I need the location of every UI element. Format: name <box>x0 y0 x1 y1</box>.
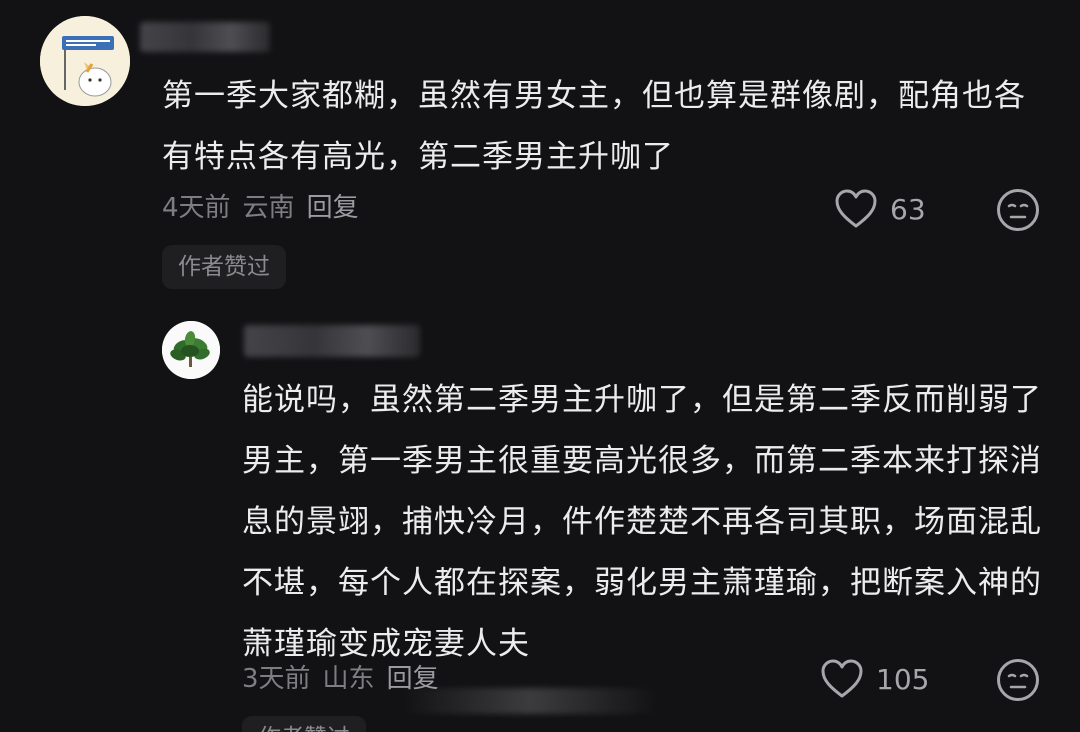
like-button[interactable]: 105 <box>820 658 929 700</box>
reply-button[interactable]: 回复 <box>307 187 359 224</box>
cartoon-cat-avatar-icon <box>40 16 130 106</box>
avatar[interactable] <box>40 16 130 106</box>
comment-meta: 4天前 云南 回复 <box>162 187 359 224</box>
green-plant-avatar-icon <box>162 321 220 379</box>
author-liked-badge: 作者赞过 <box>242 716 366 732</box>
like-count: 63 <box>890 192 926 226</box>
comment-thread: 第一季大家都糊，虽然有男女主，但也算是群像剧，配角也各有特点各有高光，第二季男主… <box>0 0 1080 732</box>
username-blurred[interactable] <box>140 22 270 52</box>
comment-time: 4天前 <box>162 193 231 223</box>
comment-time: 3天前 <box>242 664 311 694</box>
dislike-face-icon[interactable] <box>996 188 1040 232</box>
like-count: 105 <box>876 662 930 696</box>
dislike-face-icon[interactable] <box>996 658 1040 702</box>
heart-icon <box>821 659 863 698</box>
comment-text: 能说吗，虽然第二季男主升咖了，但是第二季反而削弱了男主，第一季男主很重要高光很多… <box>242 382 1042 662</box>
avatar[interactable] <box>162 321 220 379</box>
comment-location: 云南 <box>242 193 295 223</box>
username-blurred[interactable] <box>244 325 420 357</box>
author-liked-badge: 作者赞过 <box>162 245 286 289</box>
comment-text: 第一季大家都糊，虽然有男女主，但也算是群像剧，配角也各有特点各有高光，第二季男主… <box>162 78 1026 175</box>
comment-location: 山东 <box>322 664 375 694</box>
like-button[interactable]: 63 <box>834 188 926 230</box>
heart-icon <box>835 189 877 228</box>
watermark <box>400 688 660 714</box>
